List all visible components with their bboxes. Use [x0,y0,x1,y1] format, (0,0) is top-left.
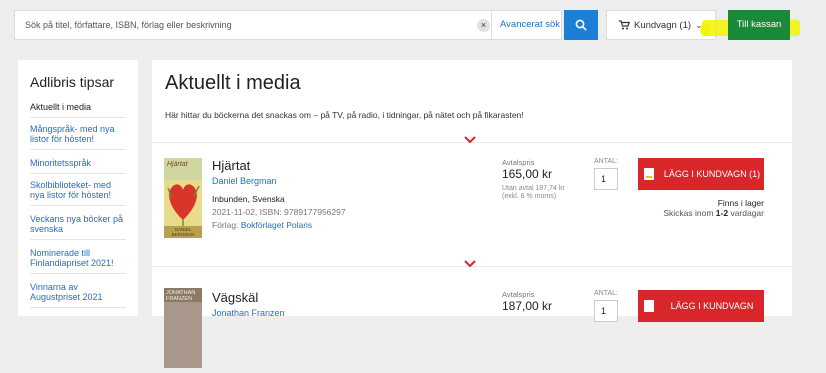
quantity-field[interactable]: 1 [594,300,618,322]
price-label: Avtalspris [502,290,535,299]
advanced-search-label: Avancerat sök [500,19,561,30]
add-to-cart-button[interactable]: LÄGG I KUNDVAGN [638,290,764,322]
ship-prefix: Skickas inom [663,208,716,218]
sidebar: Adlibris tipsar Aktuellt i media Mångspr… [18,60,138,316]
add-to-cart-label: LÄGG I KUNDVAGN (1) [663,169,761,179]
search-input[interactable] [15,11,465,39]
price: 187,00 kr [502,299,553,313]
add-to-cart-button[interactable]: LÄGG I KUNDVAGN (1) [638,158,764,190]
book-author[interactable]: Daniel Bergman [212,176,277,186]
book-title[interactable]: Hjärtat [212,158,250,173]
cart-button[interactable]: Kundvagn (1) ⌄ [606,10,716,40]
sidebar-item-finlandiapriset[interactable]: Nominerade till Finlandiapriset 2021! [30,248,126,274]
chevron-down-icon[interactable] [460,136,480,148]
sidebar-item-veckans[interactable]: Veckans nya böcker på svenska [30,214,126,240]
cart-icon [619,20,630,30]
sidebar-item-mangsprak[interactable]: Mångspråk- med nya listor för hösten! [30,124,126,150]
sidebar-title: Adlibris tipsar [30,74,115,90]
cart-label: Kundvagn (1) [634,19,692,31]
search-box: × Avancerat sök ⌄ [14,10,571,40]
shopping-bag-icon [638,168,660,180]
intro-text: Här hittar du böckerna det snackas om – … [165,110,524,120]
book-publisher: Förlag: Bokförlaget Polaris [212,220,312,230]
close-icon[interactable]: × [477,19,490,32]
cover-title: JONATHAN FRANZEN [166,290,196,302]
publisher-prefix: Förlag: [212,220,241,230]
ship-days: 1-2 [715,208,729,218]
ship-suffix: vardagar [728,208,764,218]
book-author[interactable]: Jonathan Franzen [212,308,285,318]
search-icon [575,19,587,31]
sidebar-item-aktuellt[interactable]: Aktuellt i media [30,102,126,118]
stock-status: Finns i lager [717,198,764,208]
book-meta: 2021-11-02, ISBN: 9789177956297 [212,207,346,217]
book-format: Inbunden, Svenska [212,194,285,204]
sidebar-item-augustpriset[interactable]: Vinnarna av Augustpriset 2021 [30,282,126,308]
sidebar-item-skolbiblioteket[interactable]: Skolbiblioteket- med nya listor för höst… [30,180,126,206]
main-content: Aktuellt i media Här hittar du böckerna … [152,60,792,368]
shipping-info: Skickas inom 1-2 vardagar [604,208,764,218]
publisher-link[interactable]: Bokförlaget Polaris [241,220,312,230]
cover-title: Hjärtat [167,161,188,168]
sidebar-item-minoritetssprak[interactable]: Minoritetsspråk [30,158,126,174]
quantity-field[interactable]: 1 [594,168,618,190]
shopping-bag-icon [638,300,660,312]
top-bar: × Avancerat sök ⌄ Kundvagn (1) ⌄ Till ka… [0,0,826,50]
cover-author: DANIEL BERGMAN [171,227,195,237]
book-title[interactable]: Vägskäl [212,290,258,305]
chevron-down-icon[interactable] [460,260,480,272]
price-label: Avtalspris [502,158,535,167]
price-note: Utan avtal 187,74 kr (exkl. 6 % moms) [502,185,565,200]
yellow-marker-highlight [700,24,710,36]
add-to-cart-label: LÄGG I KUNDVAGN [670,301,754,311]
book-cover[interactable]: Hjärtat DANIEL BERGMAN [164,158,202,238]
checkout-button[interactable]: Till kassan [728,10,790,40]
quantity-label: ANTAL: [594,158,618,165]
book-cover[interactable]: JONATHAN FRANZEN [164,288,202,368]
page-title: Aktuellt i media [165,72,301,94]
search-button[interactable] [564,10,598,40]
quantity-label: ANTAL: [594,290,618,297]
price: 165,00 kr [502,167,553,181]
